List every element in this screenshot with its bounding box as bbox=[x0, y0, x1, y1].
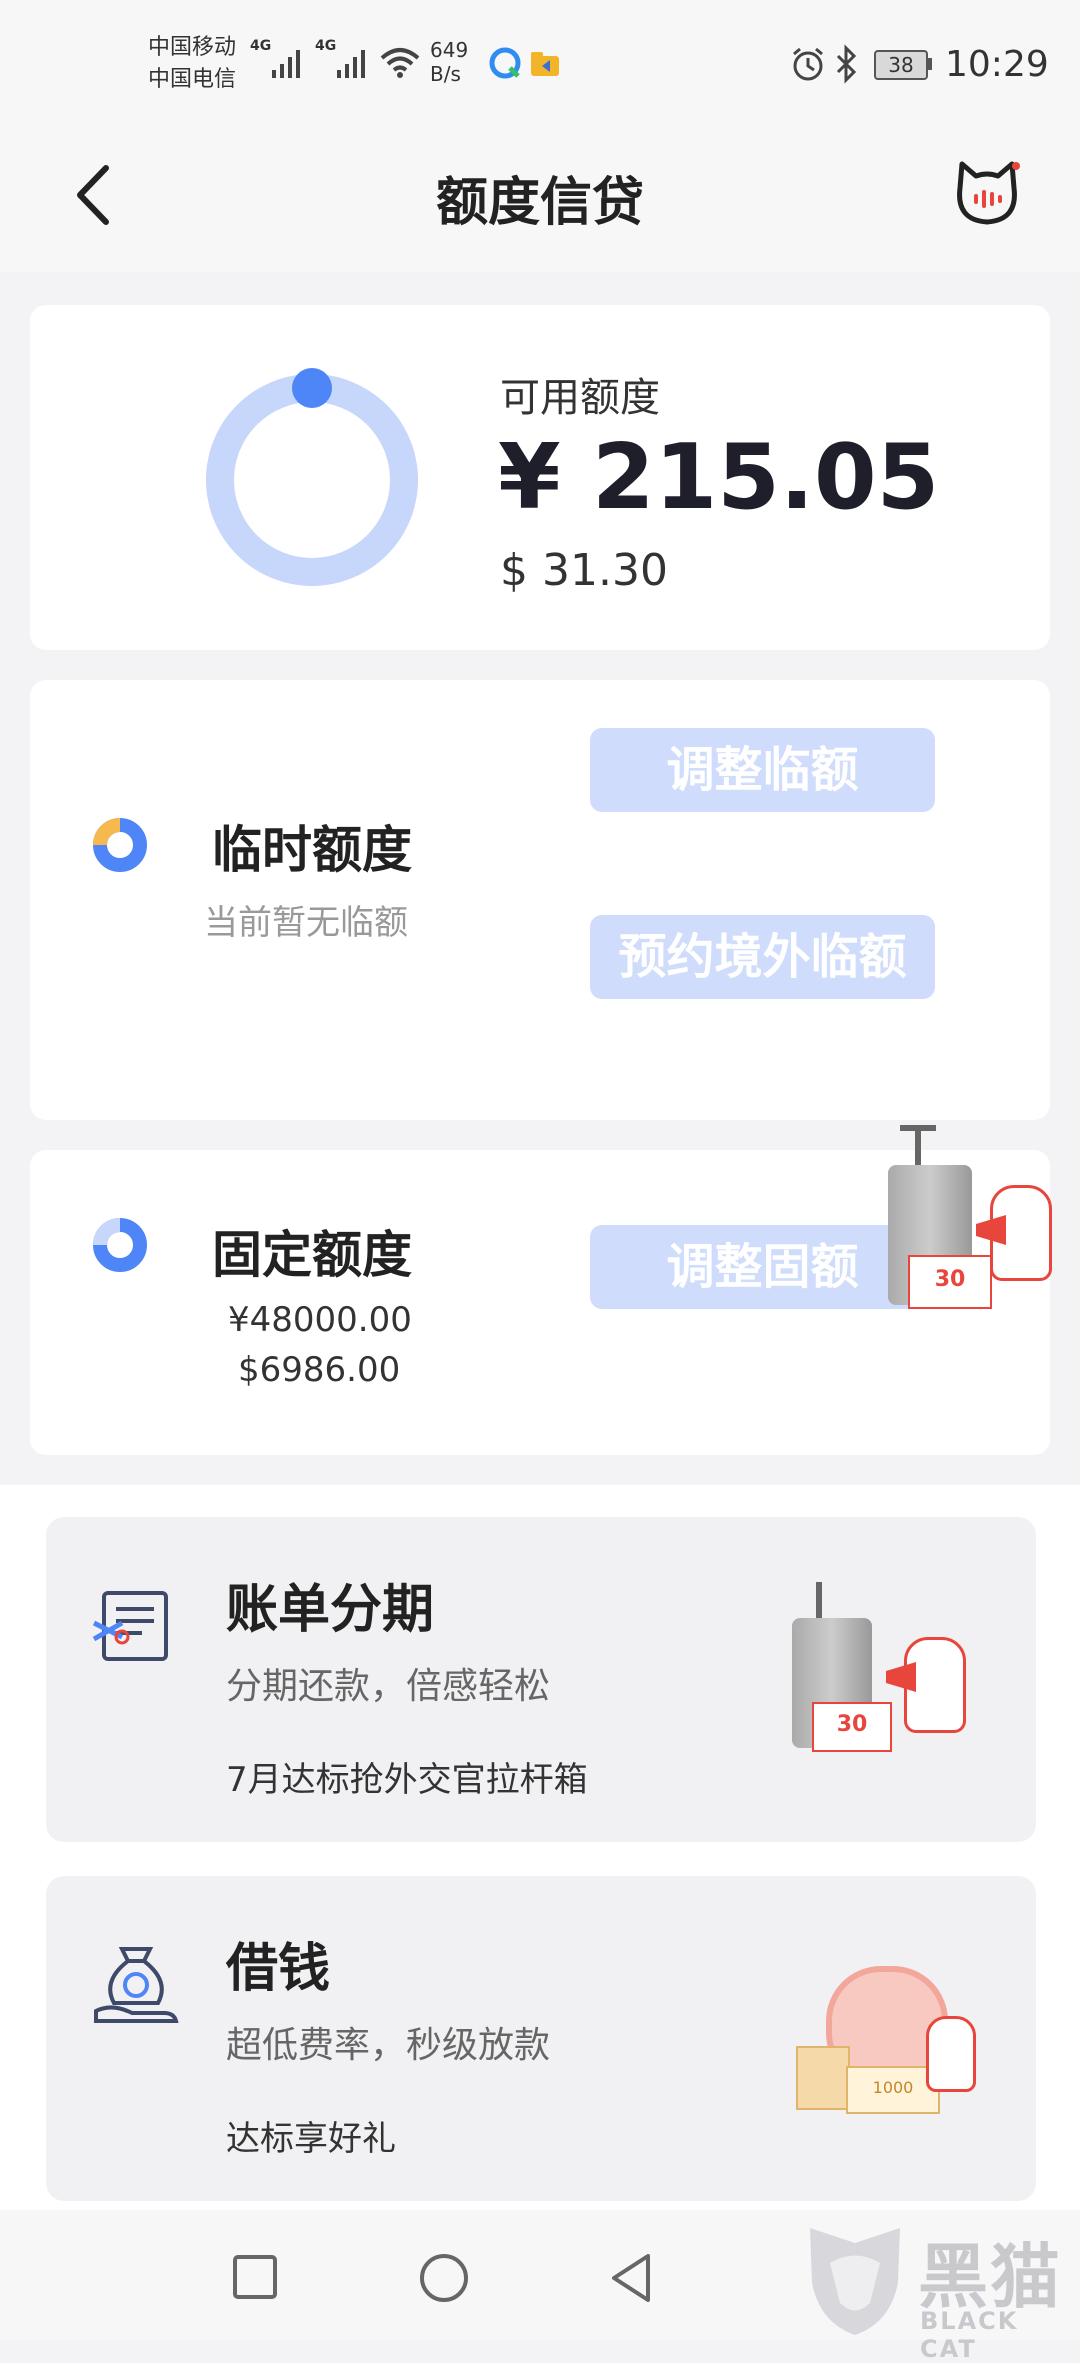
promo-badge: 30 bbox=[812, 1702, 892, 1752]
adjust-temp-limit-button[interactable]: 调整临额 bbox=[590, 728, 935, 812]
network-type-1: 4G bbox=[250, 38, 272, 54]
carrier-2: 中国电信 bbox=[148, 67, 237, 92]
installment-title: 账单分期 bbox=[226, 1580, 435, 1640]
loan-subtitle: 超低费率，秒级放款 bbox=[226, 2025, 551, 2066]
bluetooth-icon bbox=[836, 44, 857, 84]
loan-title: 借钱 bbox=[226, 1939, 331, 1999]
loan-money-bag-icon bbox=[94, 1947, 179, 2023]
battery-icon: 38 bbox=[874, 50, 928, 80]
home-icon[interactable] bbox=[418, 2252, 470, 2304]
suitcase-handle bbox=[816, 1582, 822, 1618]
page-title: 额度信贷 bbox=[435, 173, 644, 233]
cat-service-icon[interactable] bbox=[952, 158, 1022, 230]
carrier-1: 中国移动 bbox=[148, 35, 237, 60]
net-speed: 649 B/s bbox=[430, 38, 468, 86]
wifi-icon bbox=[380, 48, 420, 78]
signal-icon-2 bbox=[337, 50, 365, 78]
fixed-limit-cny: ¥48000.00 bbox=[228, 1300, 412, 1340]
clock: 10:29 bbox=[945, 44, 1049, 85]
loan-promo: 达标享好礼 bbox=[226, 2119, 396, 2159]
available-label: 可用额度 bbox=[500, 375, 660, 421]
fixed-limit-card: 固定额度 ¥48000.00 $6986.00 调整固额 30 bbox=[30, 1125, 1052, 1455]
alarm-icon bbox=[793, 47, 823, 81]
loan-card[interactable]: 借钱 超低费率，秒级放款 达标享好礼 1000 bbox=[46, 1876, 1036, 2201]
network-type-2: 4G bbox=[315, 38, 337, 54]
signal-icon bbox=[272, 50, 300, 78]
available-limit-card: 可用额度 ¥ 215.05 $ 31.30 bbox=[30, 305, 1050, 650]
battery-tip bbox=[928, 58, 932, 70]
available-amount-usd: $ 31.30 bbox=[500, 545, 668, 596]
suitcase-handle bbox=[915, 1125, 921, 1165]
installment-subtitle: 分期还款，倍感轻松 bbox=[226, 1666, 551, 1707]
installment-bill-icon bbox=[92, 1591, 168, 1661]
overseas-temp-limit-button[interactable]: 预约境外临额 bbox=[590, 915, 935, 999]
cat-mascot-icon bbox=[926, 2016, 976, 2092]
watermark-logo: 黑猫 BLACK CAT bbox=[800, 2215, 1080, 2363]
net-speed-unit: B/s bbox=[430, 62, 461, 86]
megaphone-icon bbox=[976, 1215, 1006, 1245]
status-bar: 中国移动 中国电信 4G 4G 649 B/s 38 10:29 bbox=[0, 0, 1080, 120]
suitcase-promo-illustration[interactable]: 30 bbox=[880, 1125, 1052, 1335]
system-nav-bar: 黑猫 BLACK CAT bbox=[0, 2210, 1080, 2363]
fixed-limit-icon bbox=[93, 1218, 147, 1272]
installment-promo: 7月达标抢外交官拉杆箱 bbox=[226, 1760, 588, 1800]
app-header: 额度信贷 bbox=[0, 120, 1080, 272]
fixed-limit-title: 固定额度 bbox=[212, 1226, 412, 1284]
megaphone-icon bbox=[886, 1662, 916, 1692]
back-nav-icon[interactable] bbox=[608, 2252, 654, 2304]
suitcase-handle-top bbox=[900, 1125, 936, 1131]
temp-limit-subtitle: 当前暂无临额 bbox=[204, 903, 408, 943]
battery-level: 38 bbox=[888, 53, 914, 77]
folder-app-icon bbox=[531, 52, 559, 76]
available-ring-chart bbox=[206, 368, 418, 586]
available-amount-cny: ¥ 215.05 bbox=[498, 425, 940, 530]
loan-promo-illustration: 1000 bbox=[786, 1966, 986, 2116]
gift-box-icon bbox=[796, 2046, 850, 2110]
fixed-limit-usd: $6986.00 bbox=[238, 1350, 401, 1390]
watermark-en: BLACK CAT bbox=[920, 2307, 1019, 2363]
recent-apps-icon[interactable] bbox=[232, 2254, 278, 2300]
temp-limit-title: 临时额度 bbox=[212, 821, 412, 879]
promo-badge: 30 bbox=[908, 1255, 992, 1309]
temp-limit-card: 临时额度 当前暂无临额 调整临额 预约境外临额 bbox=[30, 680, 1050, 1120]
black-cat-shield-icon bbox=[810, 2228, 900, 2335]
temp-limit-icon bbox=[93, 818, 147, 872]
installment-card[interactable]: 账单分期 分期还款，倍感轻松 7月达标抢外交官拉杆箱 30 bbox=[46, 1517, 1036, 1842]
browser-app-icon bbox=[489, 47, 521, 79]
net-speed-value: 649 bbox=[430, 38, 469, 62]
installment-promo-illustration: 30 bbox=[786, 1582, 986, 1772]
